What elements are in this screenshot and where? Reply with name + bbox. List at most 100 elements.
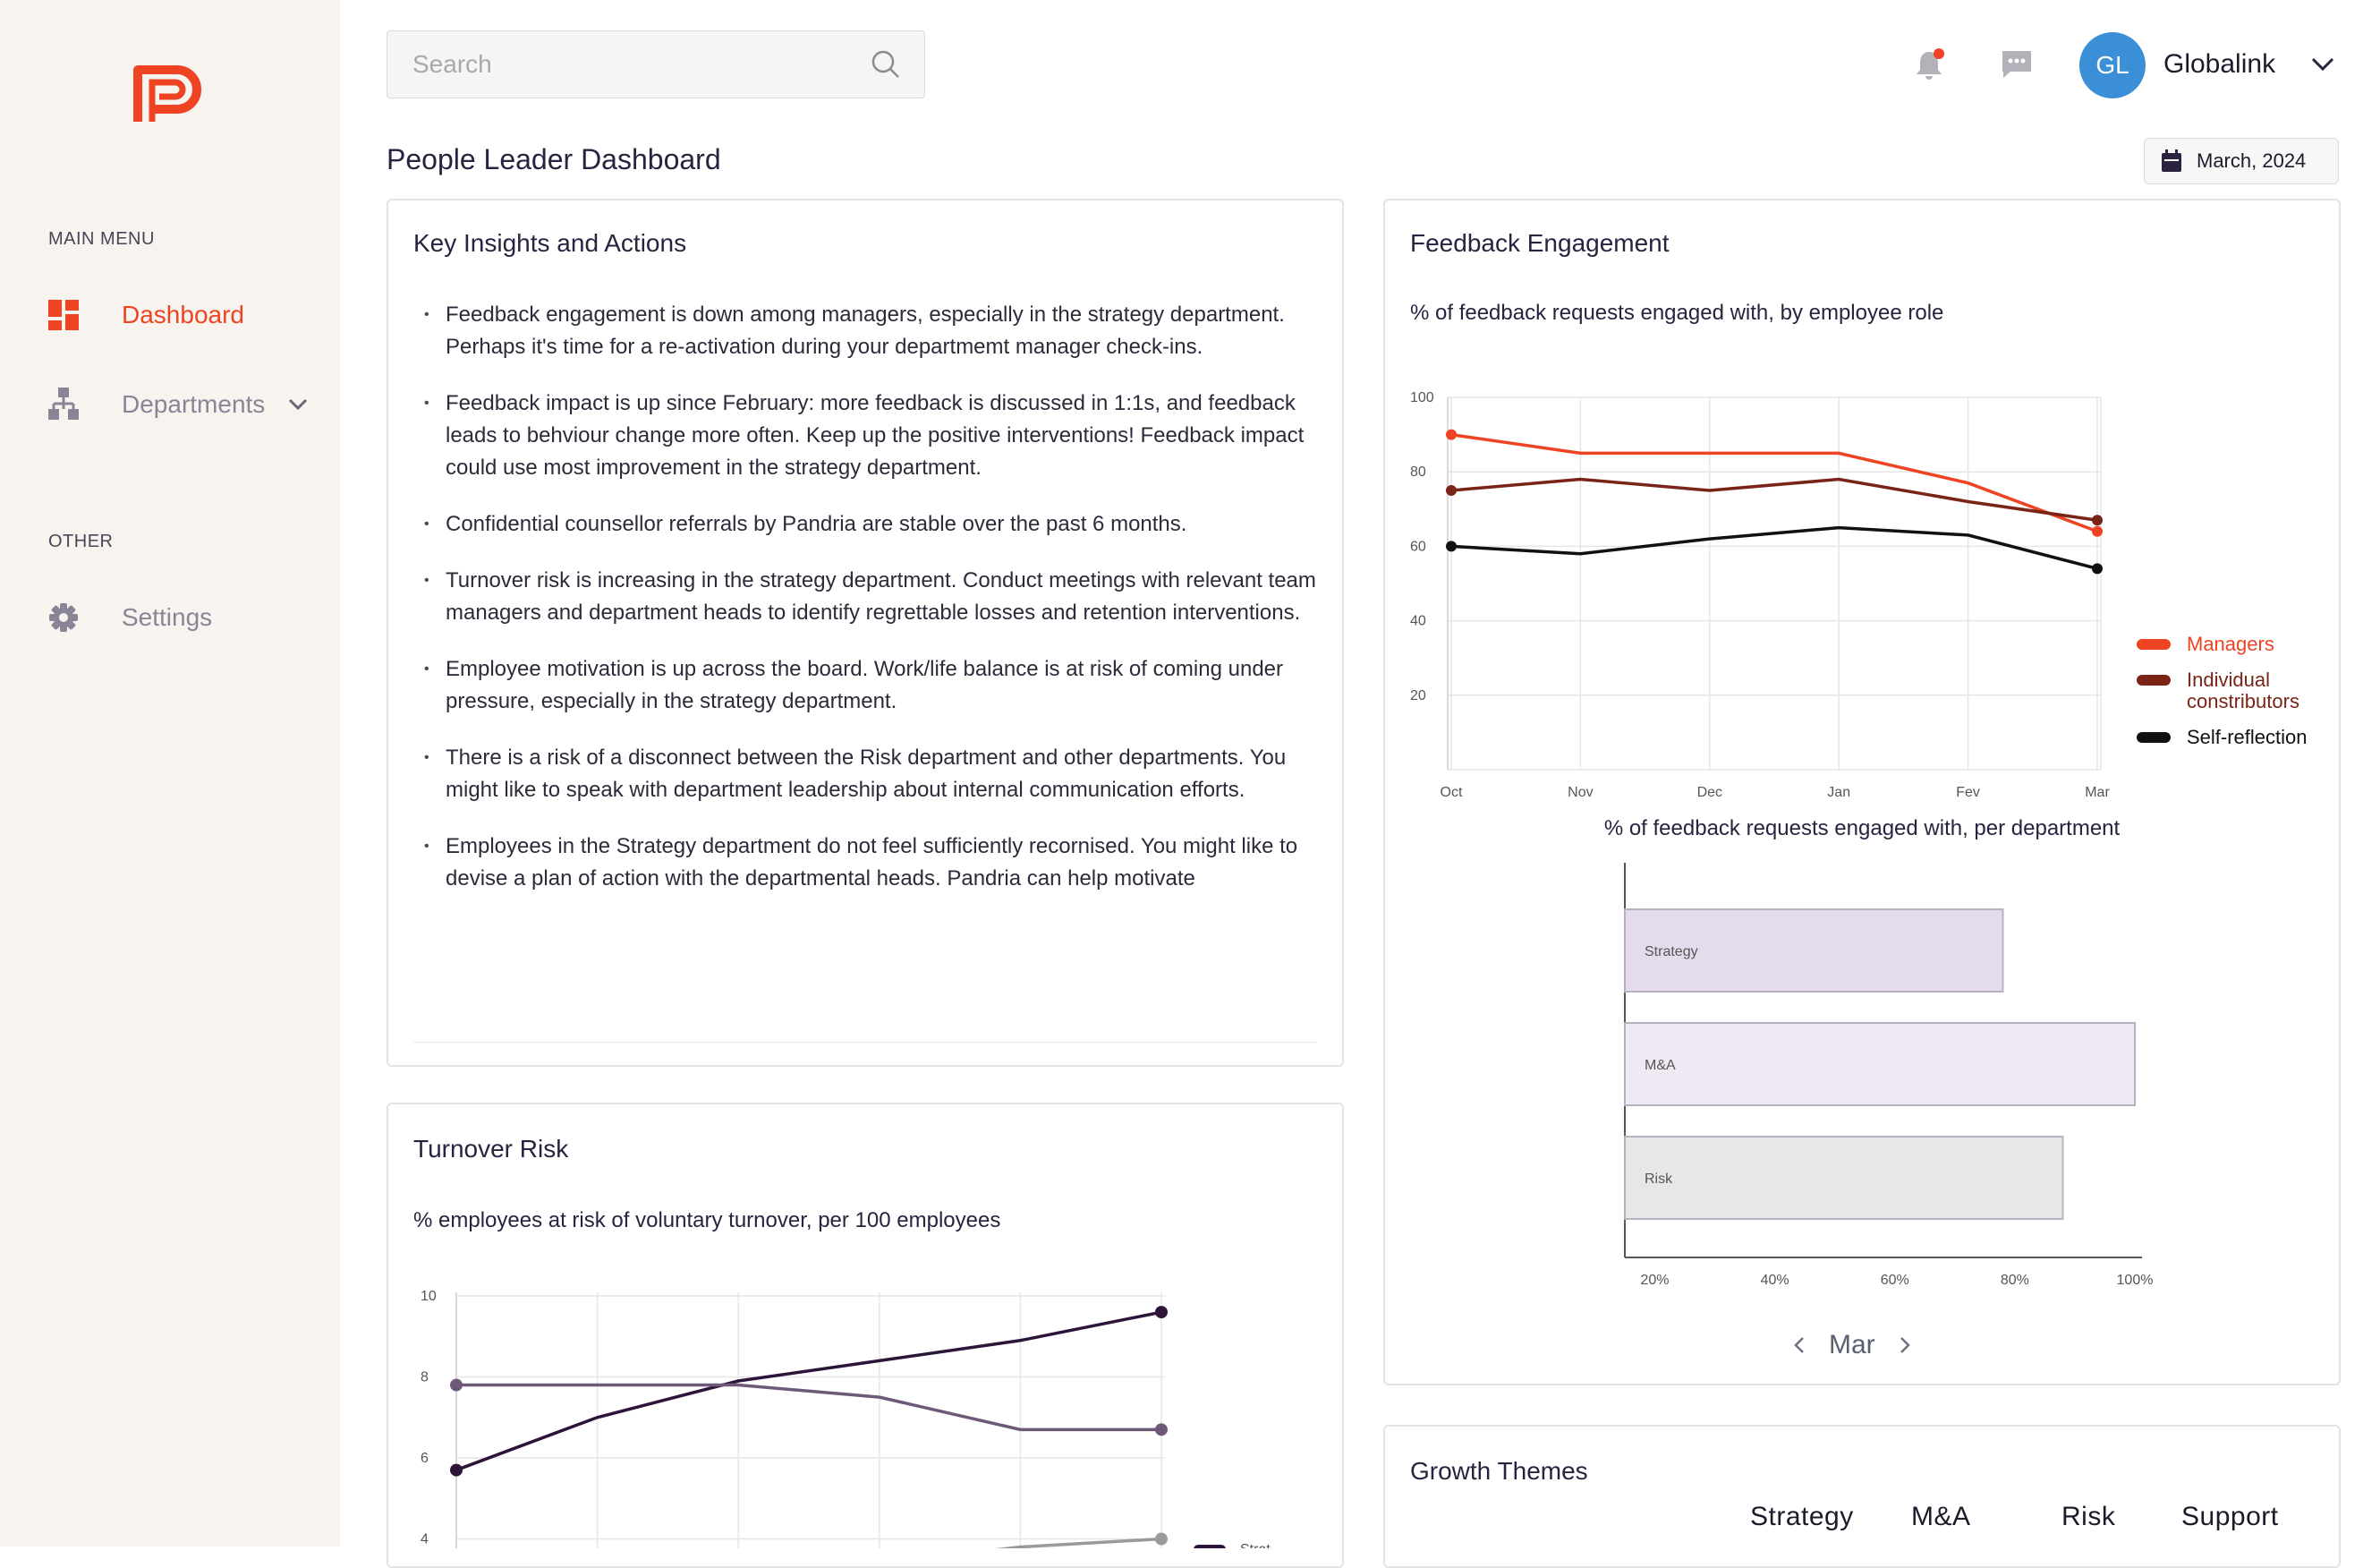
y-tick-label: 8 bbox=[421, 1370, 429, 1385]
card-title: Growth Themes bbox=[1410, 1457, 1588, 1485]
column-header-strategy: Strategy bbox=[1750, 1502, 1854, 1531]
list-item: Confidential counsellor referrals by Pan… bbox=[424, 508, 1319, 541]
legend-label: Individual constributors bbox=[2187, 669, 2299, 712]
chevron-left-icon[interactable] bbox=[1793, 1336, 1806, 1354]
y-tick-label: 20 bbox=[1410, 688, 1426, 703]
data-point bbox=[2092, 563, 2103, 575]
card-title: Turnover Risk bbox=[413, 1135, 569, 1163]
legend-label: Managers bbox=[2187, 633, 2274, 655]
main-menu-heading: MAIN MENU bbox=[48, 229, 155, 249]
legend-swatch bbox=[1194, 1545, 1226, 1548]
bar bbox=[1624, 1136, 2064, 1220]
key-insights-card: Key Insights and Actions Feedback engage… bbox=[387, 199, 1344, 1067]
series-line bbox=[456, 1383, 1161, 1432]
sidebar-item-settings[interactable]: Settings bbox=[48, 592, 212, 643]
page-title: People Leader Dashboard bbox=[387, 143, 721, 175]
turnover-line-chart: 10 8 6 4 Strat bbox=[421, 1289, 1271, 1548]
legend-swatch bbox=[2137, 639, 2171, 650]
list-item: Employees in the Strategy department do … bbox=[424, 831, 1319, 895]
list-item: There is a risk of a disconnect between … bbox=[424, 742, 1319, 806]
series-line bbox=[1450, 477, 2098, 523]
data-point bbox=[1446, 429, 1457, 440]
list-item: Turnover risk is increasing in the strat… bbox=[424, 565, 1319, 629]
y-tick-label: 10 bbox=[421, 1289, 437, 1304]
data-point bbox=[1446, 485, 1457, 496]
card-title: Key Insights and Actions bbox=[413, 229, 687, 257]
x-tick-label: 40% bbox=[1761, 1273, 1789, 1288]
x-tick-label: 100% bbox=[2117, 1273, 2154, 1288]
legend-item-self-reflection[interactable]: Self-reflection bbox=[2137, 727, 2333, 748]
legend-swatch bbox=[2137, 732, 2171, 743]
dashboard-icon bbox=[48, 300, 79, 330]
list-item: Feedback engagement is down among manage… bbox=[424, 299, 1319, 363]
date-label: March, 2024 bbox=[2197, 149, 2307, 172]
bar-label: Risk bbox=[1645, 1172, 1673, 1187]
pandria-logo[interactable] bbox=[132, 64, 204, 125]
data-point bbox=[2092, 515, 2103, 526]
y-tick-label: 100 bbox=[1410, 390, 1434, 405]
gear-icon bbox=[48, 602, 79, 633]
y-tick-label: 40 bbox=[1410, 614, 1426, 629]
data-point bbox=[1446, 541, 1457, 552]
search-bar[interactable] bbox=[387, 30, 925, 98]
sidebar-item-label: Dashboard bbox=[122, 301, 244, 328]
growth-themes-card: Growth Themes Strategy M&A Risk Support bbox=[1383, 1425, 2341, 1568]
bar-label: M&A bbox=[1645, 1058, 1676, 1073]
x-tick-label: Fev bbox=[1956, 785, 1980, 800]
sidebar-item-label: Departments bbox=[122, 390, 266, 418]
x-tick-label: 60% bbox=[1881, 1273, 1909, 1288]
chevron-down-icon[interactable] bbox=[2308, 52, 2337, 77]
y-tick-label: 80 bbox=[1410, 464, 1426, 480]
x-tick-label: Nov bbox=[1568, 785, 1593, 800]
data-point bbox=[450, 1463, 463, 1477]
x-tick-label: Dec bbox=[1697, 785, 1722, 800]
sidebar-item-dashboard[interactable]: Dashboard bbox=[48, 290, 244, 340]
sidebar-item-departments[interactable]: Departments bbox=[48, 379, 326, 430]
user-name[interactable]: Globalink bbox=[2163, 49, 2275, 80]
legend-item-individual-contributors[interactable]: Individual constributors bbox=[2137, 669, 2333, 712]
legend-label: Strat bbox=[1240, 1542, 1271, 1548]
bar bbox=[1624, 1022, 2136, 1106]
sidebar-item-label: Settings bbox=[122, 603, 213, 631]
legend-label: Self-reflection bbox=[2187, 726, 2308, 748]
department-bar-chart: Strategy M&A Risk 20% 40% 60% 80% 100% bbox=[1624, 863, 2154, 1288]
data-point bbox=[1155, 1532, 1168, 1546]
column-header-support: Support bbox=[2181, 1502, 2279, 1531]
other-heading: OTHER bbox=[48, 532, 114, 551]
turnover-risk-card: Turnover Risk % employees at risk of vol… bbox=[387, 1103, 1344, 1568]
y-tick-label: 4 bbox=[421, 1532, 429, 1547]
search-icon[interactable] bbox=[871, 49, 901, 80]
data-point bbox=[450, 1378, 463, 1392]
card-title: Feedback Engagement bbox=[1410, 229, 1670, 257]
x-tick-label: 80% bbox=[2001, 1273, 2029, 1288]
chart-subtitle: % employees at risk of voluntary turnove… bbox=[413, 1208, 1001, 1232]
notification-bell-icon[interactable] bbox=[1908, 43, 1951, 86]
chart-legend: Managers Individual constributors Self-r… bbox=[2137, 634, 2333, 763]
column-header-ma: M&A bbox=[1911, 1502, 1971, 1531]
legend-swatch bbox=[2137, 675, 2171, 686]
x-tick-label: 20% bbox=[1641, 1273, 1670, 1288]
period-pager: Mar bbox=[1793, 1330, 1911, 1360]
chevron-right-icon[interactable] bbox=[1899, 1336, 1911, 1354]
data-point bbox=[1155, 1423, 1168, 1436]
series-line bbox=[995, 1537, 1162, 1548]
search-input[interactable] bbox=[411, 49, 871, 80]
date-picker-button[interactable]: March, 2024 bbox=[2144, 138, 2339, 184]
chart-subtitle: % of feedback requests engaged with, by … bbox=[1410, 301, 1944, 325]
divider bbox=[413, 1042, 1317, 1043]
chart-subtitle: % of feedback requests engaged with, per… bbox=[1603, 816, 2121, 840]
list-item: Feedback impact is up since February: mo… bbox=[424, 388, 1319, 484]
chevron-down-icon[interactable] bbox=[288, 398, 308, 411]
list-item: Employee motivation is up across the boa… bbox=[424, 653, 1319, 718]
calendar-icon bbox=[2161, 149, 2182, 173]
x-tick-label: Mar bbox=[2085, 785, 2110, 800]
y-tick-label: 60 bbox=[1410, 539, 1426, 554]
legend-item-managers[interactable]: Managers bbox=[2137, 634, 2333, 655]
avatar[interactable]: GL bbox=[2079, 32, 2146, 98]
x-tick-label: Oct bbox=[1441, 785, 1463, 800]
y-tick-label: 6 bbox=[421, 1451, 429, 1466]
series-line bbox=[1450, 525, 2098, 571]
messages-icon[interactable] bbox=[1995, 43, 2038, 86]
sidebar: MAIN MENU Dashboard Departments OTHER Se… bbox=[0, 0, 340, 1547]
feedback-engagement-card: Feedback Engagement % of feedback reques… bbox=[1383, 199, 2341, 1385]
